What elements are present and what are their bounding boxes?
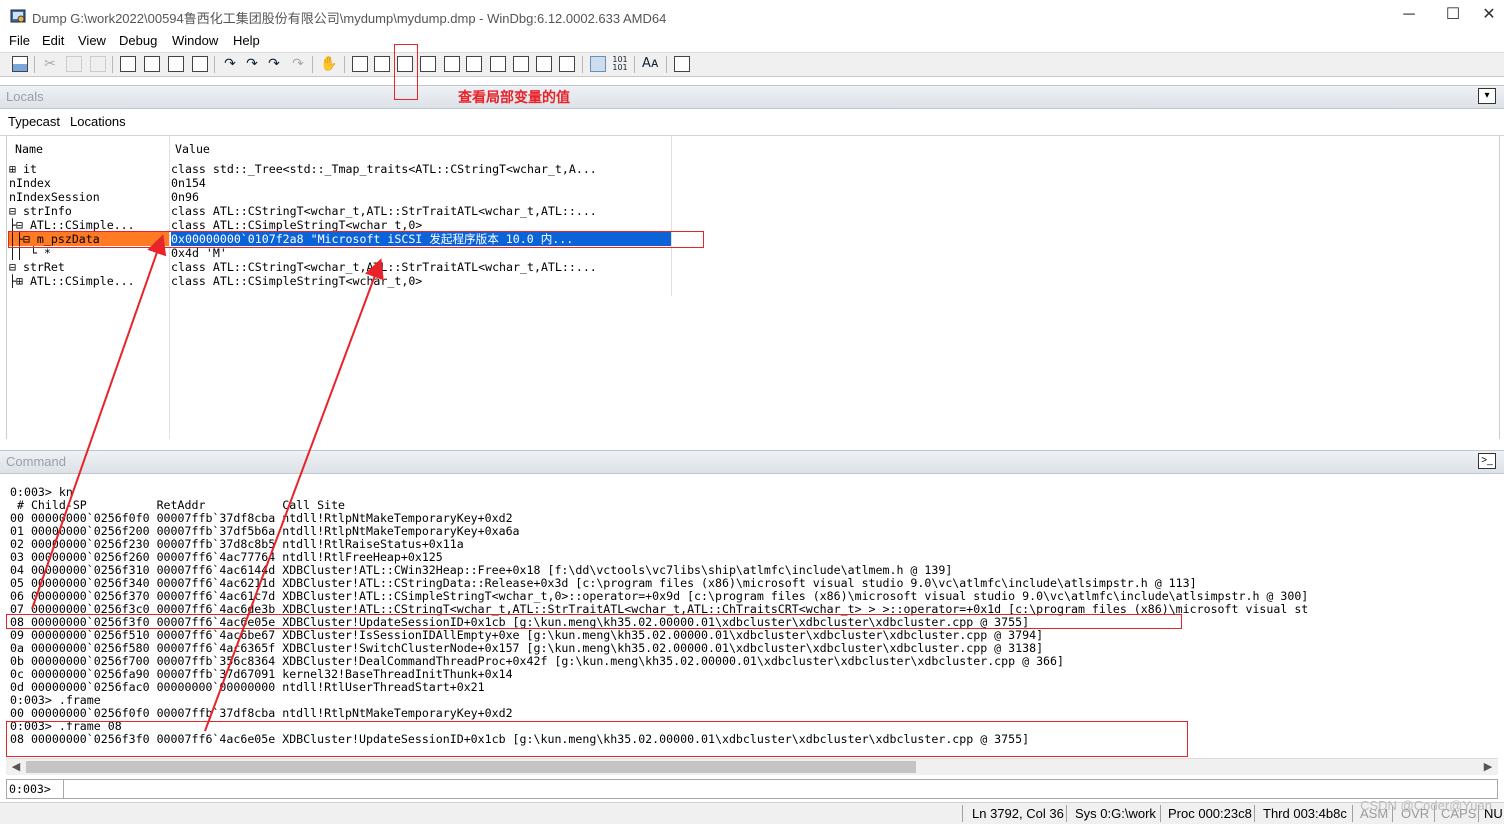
annotation-arrows xyxy=(31,234,384,732)
